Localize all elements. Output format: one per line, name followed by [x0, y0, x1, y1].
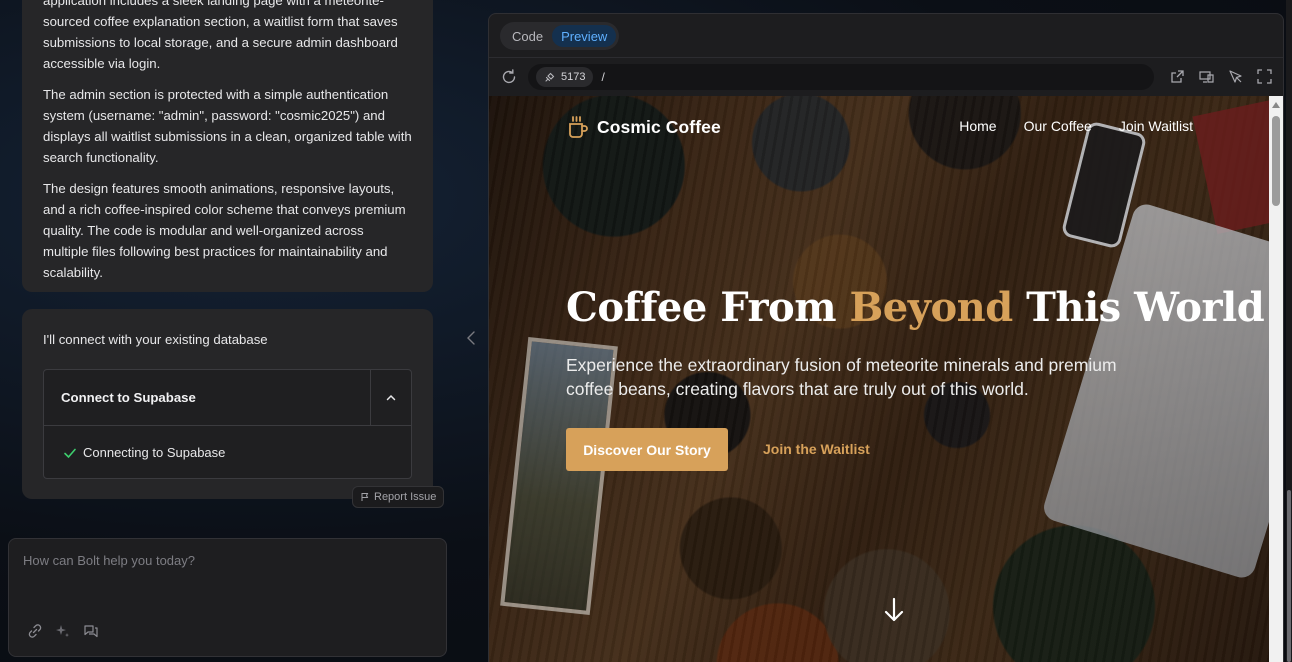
url-path: / [601, 70, 605, 84]
view-switcher: Code Preview [500, 22, 620, 50]
report-issue-label: Report Issue [374, 491, 437, 503]
supabase-status-row: Connecting to Supabase [44, 426, 411, 479]
hero-title-accent: Beyond [849, 284, 1013, 331]
tab-code[interactable]: Code [503, 25, 552, 47]
preview-scrollbar[interactable] [1269, 96, 1283, 662]
site-viewport: Cosmic Coffee Home Our Coffee Join Waitl… [489, 96, 1269, 662]
report-issue-button[interactable]: Report Issue [352, 486, 445, 508]
flag-icon [361, 493, 369, 501]
port-selector[interactable]: 5173 [536, 67, 594, 87]
external-link-icon[interactable] [1169, 68, 1186, 85]
hero-title-part2: This World [1012, 284, 1265, 331]
nav-link-home[interactable]: Home [959, 118, 996, 134]
message-paragraph: The admin section is protected with a si… [43, 87, 412, 165]
page-scrollbar-thumb[interactable] [1287, 490, 1291, 662]
preview-panel: Code Preview 5173 / Cosmic Coffee Home O… [488, 13, 1284, 662]
address-bar: 5173 / [489, 58, 1283, 96]
assistant-message: application includes a sleek landing pag… [22, 0, 433, 292]
supabase-action-box: Connect to Supabase Connecting to Supaba… [43, 369, 412, 479]
collapse-toggle-button[interactable] [370, 369, 411, 426]
prompt-tools [27, 623, 99, 639]
discuss-button[interactable] [83, 623, 99, 639]
db-message-text: I'll connect with your existing database [43, 332, 268, 347]
hero-title: Coffee From Beyond This World [566, 284, 1265, 331]
device-icon[interactable] [1198, 68, 1215, 85]
collapse-panel-button[interactable] [463, 329, 479, 347]
message-paragraph: The design features smooth animations, r… [43, 181, 406, 280]
scrollbar-thumb[interactable] [1272, 116, 1280, 206]
tab-preview[interactable]: Preview [552, 25, 617, 47]
brand-name: Cosmic Coffee [597, 116, 721, 137]
arrow-down-icon [884, 597, 904, 622]
message-paragraph: application includes a sleek landing pag… [43, 0, 398, 71]
check-icon [64, 448, 76, 458]
chevron-up-icon [386, 394, 396, 400]
supabase-status-text: Connecting to Supabase [83, 445, 226, 460]
scroll-up-arrow[interactable] [1272, 102, 1280, 108]
refresh-icon [502, 69, 516, 84]
preview-tools [1169, 68, 1273, 85]
site-nav-links: Home Our Coffee Join Waitlist [959, 118, 1193, 134]
url-field[interactable]: 5173 / [528, 64, 1154, 90]
prompt-input[interactable] [23, 553, 423, 568]
supabase-header: Connect to Supabase [44, 369, 411, 426]
scroll-down-button[interactable] [882, 596, 906, 624]
preview-topbar: Code Preview [489, 14, 1283, 58]
fullscreen-icon[interactable] [1256, 68, 1273, 85]
port-number: 5173 [561, 71, 586, 83]
database-message: I'll connect with your existing database… [22, 309, 433, 499]
hero-subtitle: Experience the extraordinary fusion of m… [566, 355, 1117, 399]
nav-link-our-coffee[interactable]: Our Coffee [1024, 118, 1092, 134]
enhance-prompt-button[interactable] [55, 623, 71, 639]
coffee-cup-icon [569, 116, 588, 138]
attach-link-button[interactable] [27, 623, 43, 639]
discover-story-button[interactable]: Discover Our Story [566, 428, 728, 471]
chevron-left-icon [467, 331, 475, 345]
inspect-icon[interactable] [1227, 68, 1244, 85]
supabase-title: Connect to Supabase [61, 390, 196, 405]
sparkle-icon [56, 625, 69, 637]
chat-icon [84, 625, 98, 638]
join-waitlist-link[interactable]: Join the Waitlist [763, 441, 870, 457]
site-navbar: Cosmic Coffee Home Our Coffee Join Waitl… [489, 96, 1269, 156]
plug-icon [545, 72, 555, 82]
page-scrollbar[interactable] [1286, 0, 1292, 662]
prompt-box [8, 538, 447, 657]
reload-button[interactable] [500, 68, 518, 86]
site-logo[interactable]: Cosmic Coffee [567, 115, 721, 139]
hero-title-part1: Coffee From [566, 284, 850, 331]
nav-link-join-waitlist[interactable]: Join Waitlist [1119, 118, 1193, 134]
bolt-workspace: application includes a sleek landing pag… [0, 0, 1292, 662]
link-icon [28, 624, 42, 638]
